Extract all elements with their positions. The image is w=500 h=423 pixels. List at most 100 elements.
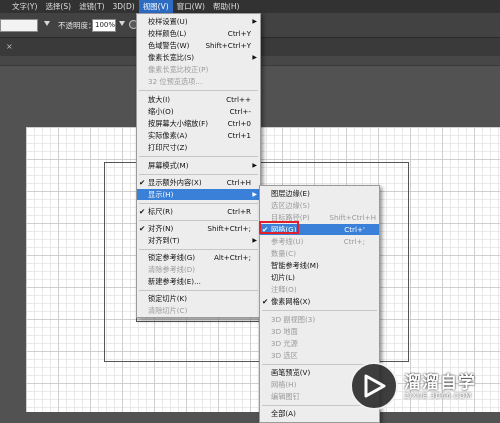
menu-type[interactable]: 文字(Y) bbox=[8, 0, 41, 13]
opacity-label: 不透明度： bbox=[58, 21, 96, 30]
menu-item-label: 像素长宽比校正(P) bbox=[148, 65, 209, 74]
menu-item-clear-slices[interactable]: 清除切片(C) bbox=[137, 305, 260, 316]
menu-separator bbox=[139, 249, 258, 250]
menu-item-label: 标尺(R) bbox=[148, 207, 173, 216]
submenu-item-smart-guides[interactable]: 智能参考线(M) bbox=[260, 260, 379, 271]
menu-item-label: 锁定参考线(G) bbox=[148, 253, 196, 262]
menu-item-shortcut: Ctrl+1 bbox=[227, 131, 251, 140]
menu-item-screen-mode[interactable]: 屏幕模式(M) ▶ bbox=[137, 160, 260, 171]
menu-item-extras[interactable]: ✔ 显示额外内容(X) Ctrl+H bbox=[137, 177, 260, 188]
menu-item-label: 3D 光源 bbox=[271, 339, 298, 348]
submenu-item-3d-lights[interactable]: 3D 光源 bbox=[260, 338, 379, 349]
close-icon[interactable]: × bbox=[6, 42, 16, 52]
submenu-item-notes[interactable]: 注释(O) bbox=[260, 284, 379, 295]
menu-item-shortcut: Ctrl+Y bbox=[227, 29, 251, 38]
submenu-item-3d-ground-plane[interactable]: 3D 地面 bbox=[260, 326, 379, 337]
menu-item-snap-to[interactable]: 对齐到(T) ▶ bbox=[137, 235, 260, 246]
menu-separator bbox=[262, 310, 377, 311]
chevron-down-icon[interactable] bbox=[119, 21, 125, 26]
chevron-right-icon: ▶ bbox=[252, 237, 257, 244]
menu-help[interactable]: 帮助(H) bbox=[209, 0, 244, 13]
menu-item-fit-on-screen[interactable]: 按屏幕大小缩放(F) Ctrl+0 bbox=[137, 118, 260, 129]
checkmark-icon: ✔ bbox=[139, 178, 146, 187]
checkmark-icon: ✔ bbox=[139, 207, 146, 216]
menu-item-label: 注释(O) bbox=[271, 285, 297, 294]
menu-3d[interactable]: 3D(D) bbox=[109, 0, 139, 13]
chevron-right-icon: ▶ bbox=[252, 54, 257, 61]
menu-item-shortcut: Ctrl++ bbox=[226, 95, 251, 104]
menu-item-shortcut: Shift+Ctrl+; bbox=[207, 224, 251, 233]
menu-item-label: 网格(H) bbox=[271, 380, 297, 389]
menu-separator bbox=[139, 203, 258, 204]
menu-select[interactable]: 选择(S) bbox=[41, 0, 75, 13]
highlight-annotation bbox=[259, 221, 299, 234]
menu-item-print-size[interactable]: 打印尺寸(Z) bbox=[137, 142, 260, 153]
submenu-item-3d-selection[interactable]: 3D 选区 bbox=[260, 350, 379, 361]
menu-item-label: 放大(I) bbox=[148, 95, 171, 104]
chevron-right-icon: ▶ bbox=[252, 162, 257, 169]
menu-item-label: 像素长宽比(S) bbox=[148, 53, 195, 62]
menu-separator bbox=[139, 174, 258, 175]
menu-item-label: 显示(H) bbox=[148, 190, 174, 199]
submenu-item-selection-edges[interactable]: 选区边缘(S) bbox=[260, 200, 379, 211]
menu-item-lock-slices[interactable]: 锁定切片(K) bbox=[137, 293, 260, 304]
submenu-item-count[interactable]: 数量(C) bbox=[260, 248, 379, 259]
chevron-right-icon: ▶ bbox=[252, 191, 257, 198]
menu-item-gamut-warning[interactable]: 色域警告(W) Shift+Ctrl+Y bbox=[137, 40, 260, 51]
menu-item-zoom-in[interactable]: 放大(I) Ctrl++ bbox=[137, 94, 260, 105]
menu-item-label: 32 位预览选项... bbox=[148, 77, 203, 86]
play-logo-icon bbox=[350, 362, 398, 410]
menu-bar: 文字(Y) 选择(S) 滤镜(T) 3D(D) 视图(V) 窗口(W) 帮助(H… bbox=[0, 0, 500, 13]
menu-item-label: 全部(A) bbox=[271, 409, 296, 418]
menu-item-label: 像素网格(X) bbox=[271, 297, 311, 306]
opacity-input[interactable]: 100% bbox=[92, 19, 116, 32]
menu-item-snap[interactable]: ✔ 对齐(N) Shift+Ctrl+; bbox=[137, 223, 260, 234]
mode-dropdown[interactable] bbox=[0, 19, 38, 32]
menu-item-label: 色域警告(W) bbox=[148, 41, 190, 50]
chevron-down-icon[interactable] bbox=[44, 21, 50, 26]
menu-item-label: 3D 选区 bbox=[271, 351, 298, 360]
menu-item-label: 显示额外内容(X) bbox=[148, 178, 202, 187]
menu-separator bbox=[139, 290, 258, 291]
menu-item-label: 图层边缘(E) bbox=[271, 189, 310, 198]
menu-item-actual-pixels[interactable]: 实际像素(A) Ctrl+1 bbox=[137, 130, 260, 141]
menu-item-clear-guides[interactable]: 清除参考线(D) bbox=[137, 264, 260, 275]
menu-item-pixel-aspect-correction[interactable]: 像素长宽比校正(P) bbox=[137, 64, 260, 75]
watermark-subtitle: ZIXUE.3D66.COM bbox=[404, 392, 472, 400]
menu-item-label: 数量(C) bbox=[271, 249, 297, 258]
submenu-item-slices[interactable]: 切片(L) bbox=[260, 272, 379, 283]
menu-item-label: 对齐(N) bbox=[148, 224, 174, 233]
view-menu: 校样设置(U) ▶ 校样颜色(L) Ctrl+Y 色域警告(W) Shift+Ctrl… bbox=[136, 13, 261, 318]
menu-filter[interactable]: 滤镜(T) bbox=[75, 0, 108, 13]
menu-item-label: 切片(L) bbox=[271, 273, 295, 282]
menu-item-show[interactable]: 显示(H) ▶ bbox=[137, 189, 260, 200]
menu-item-shortcut: Ctrl+R bbox=[227, 207, 251, 216]
menu-item-label: 3D 地面 bbox=[271, 327, 298, 336]
menu-item-proof-colors[interactable]: 校样颜色(L) Ctrl+Y bbox=[137, 28, 260, 39]
submenu-item-3d-secondary-view[interactable]: 3D 副视图(3) bbox=[260, 314, 379, 325]
menu-item-shortcut: Shift+Ctrl+Y bbox=[205, 41, 251, 50]
checkmark-icon: ✔ bbox=[262, 297, 269, 306]
watermark-title: 溜溜自学 bbox=[404, 373, 476, 393]
submenu-item-layer-edges[interactable]: 图层边缘(E) bbox=[260, 188, 379, 199]
menu-item-pixel-aspect-ratio[interactable]: 像素长宽比(S) ▶ bbox=[137, 52, 260, 63]
menu-item-label: 选区边缘(S) bbox=[271, 201, 310, 210]
menu-item-label: 按屏幕大小缩放(F) bbox=[148, 119, 209, 128]
menu-item-shortcut: Ctrl+' bbox=[344, 225, 365, 234]
submenu-item-guides[interactable]: 参考线(U) Ctrl+; bbox=[260, 236, 379, 247]
menu-item-label: 画笔预览(V) bbox=[271, 368, 311, 377]
menu-item-rulers[interactable]: ✔ 标尺(R) Ctrl+R bbox=[137, 206, 260, 217]
menu-view[interactable]: 视图(V) bbox=[138, 0, 173, 13]
menu-item-label: 智能参考线(M) bbox=[271, 261, 319, 270]
menu-item-label: 新建参考线(E)... bbox=[148, 277, 201, 286]
menu-item-32bit-preview[interactable]: 32 位预览选项... bbox=[137, 76, 260, 87]
submenu-item-all[interactable]: 全部(A) bbox=[260, 408, 379, 419]
submenu-item-pixel-grid[interactable]: ✔ 像素网格(X) bbox=[260, 296, 379, 307]
menu-window[interactable]: 窗口(W) bbox=[173, 0, 209, 13]
menu-item-zoom-out[interactable]: 缩小(O) Ctrl+- bbox=[137, 106, 260, 117]
menu-separator bbox=[139, 220, 258, 221]
menu-item-proof-setup[interactable]: 校样设置(U) ▶ bbox=[137, 16, 260, 27]
menu-item-lock-guides[interactable]: 锁定参考线(G) Alt+Ctrl+; bbox=[137, 252, 260, 263]
menu-item-new-guide[interactable]: 新建参考线(E)... bbox=[137, 276, 260, 287]
menu-separator bbox=[139, 90, 258, 91]
